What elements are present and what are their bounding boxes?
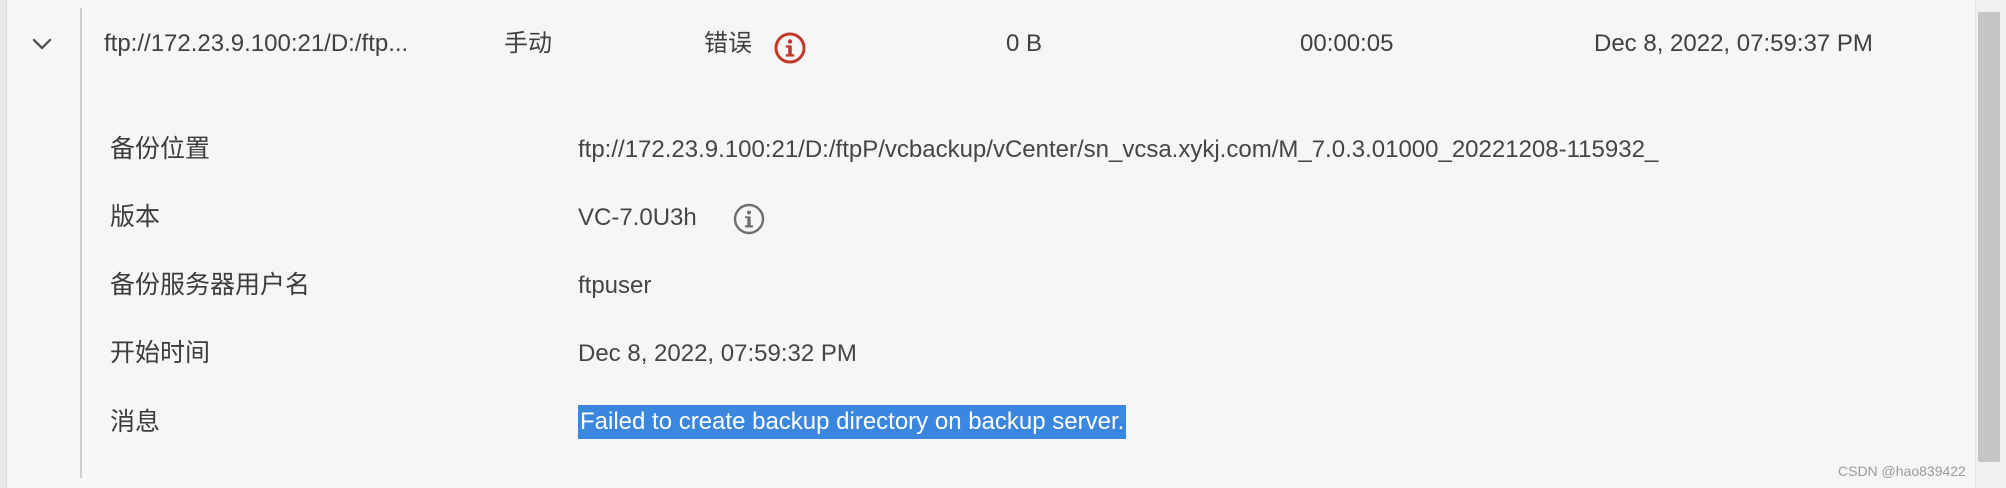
backup-location-label: 备份位置	[110, 135, 211, 163]
error-info-icon[interactable]	[773, 31, 807, 65]
message-value-wrapper: Failed to create backup directory on bac…	[578, 405, 1127, 439]
start-time-value: Dec 8, 2022, 07:59:32 PM	[578, 340, 857, 367]
username-value: ftpuser	[578, 272, 652, 299]
chevron-down-icon	[32, 38, 52, 50]
username-label: 备份服务器用户名	[110, 271, 311, 299]
row-status: 错误	[704, 30, 752, 57]
row-type: 手动	[504, 30, 552, 57]
version-value: VC-7.0U3h	[578, 204, 697, 231]
row-size: 0 B	[1006, 30, 1043, 57]
panel-left-border	[0, 0, 7, 488]
row-duration: 00:00:05	[1300, 30, 1394, 57]
message-value[interactable]: Failed to create backup directory on bac…	[578, 405, 1127, 439]
version-label: 版本	[110, 203, 161, 231]
row-location[interactable]: ftp://172.23.9.100:21/D:/ftp...	[104, 28, 408, 60]
scrollbar-thumb[interactable]	[1978, 12, 2000, 462]
info-circle-icon[interactable]	[732, 202, 766, 236]
expanded-row-divider	[80, 8, 82, 478]
row-collapse-toggle[interactable]	[28, 30, 56, 58]
watermark: CSDN @hao839422	[1838, 463, 1966, 479]
backup-location-value: ftp://172.23.9.100:21/D:/ftpP/vcbackup/v…	[578, 136, 1659, 163]
row-end-time: Dec 8, 2022, 07:59:37 PM	[1594, 30, 1873, 57]
backup-history-panel: ftp://172.23.9.100:21/D:/ftp... 手动 错误 0 …	[0, 0, 1975, 488]
start-time-label: 开始时间	[110, 339, 211, 367]
message-label: 消息	[110, 408, 161, 436]
